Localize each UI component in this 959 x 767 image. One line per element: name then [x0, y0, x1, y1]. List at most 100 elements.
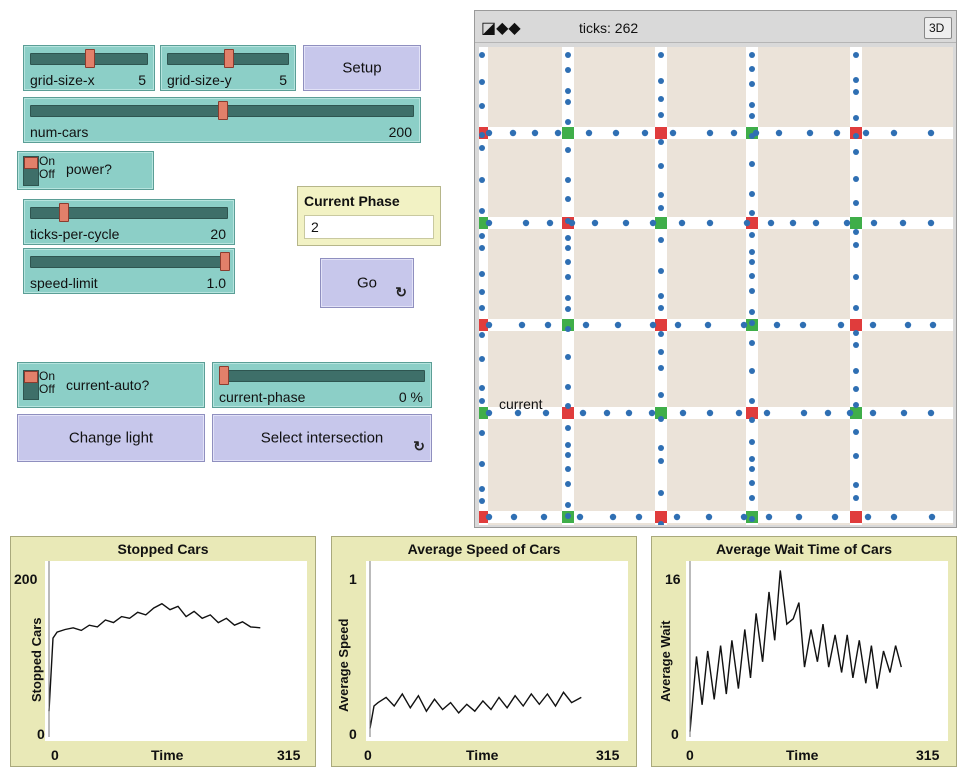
slider-track[interactable]	[30, 256, 228, 268]
car	[749, 66, 755, 72]
slider-value: 5	[138, 72, 146, 88]
car	[749, 516, 755, 522]
switch-toggle[interactable]	[23, 370, 39, 400]
car	[749, 161, 755, 167]
change-light-button[interactable]: Change light	[17, 414, 205, 462]
current-auto-switch[interactable]: On Off current-auto?	[17, 362, 205, 408]
car	[749, 495, 755, 501]
forever-icon: ↻	[413, 438, 425, 454]
slider-value: 5	[279, 72, 287, 88]
switch-toggle[interactable]	[23, 156, 39, 186]
world-view[interactable]: ◪◆◆ ticks: 262 3D current	[474, 10, 957, 528]
grid-size-y-slider[interactable]: grid-size-y 5	[160, 45, 296, 91]
car	[853, 52, 859, 58]
car	[479, 271, 485, 277]
car	[649, 219, 657, 227]
car	[749, 133, 755, 139]
car	[479, 208, 485, 214]
slider-value: 0 %	[398, 389, 423, 405]
slider-track[interactable]	[219, 370, 425, 382]
car	[853, 115, 859, 121]
car	[749, 113, 755, 119]
current-phase-slider[interactable]: current-phase 0 %	[212, 362, 432, 408]
select-intersection-button[interactable]: Select intersection ↻	[212, 414, 432, 462]
car	[853, 330, 859, 336]
car	[565, 274, 571, 280]
traffic-grid[interactable]: current	[479, 47, 953, 525]
setup-button-label: Setup	[342, 59, 382, 77]
car	[479, 498, 485, 504]
grid-size-x-slider[interactable]: grid-size-x 5	[23, 45, 155, 91]
car	[846, 409, 854, 417]
plot-xmax: 315	[916, 747, 940, 763]
car	[853, 305, 859, 311]
car	[789, 219, 797, 227]
car	[853, 133, 859, 139]
car	[806, 129, 814, 137]
plot-ylabel: Average Wait	[658, 620, 673, 702]
car	[749, 232, 755, 238]
car	[565, 235, 571, 241]
car	[658, 392, 664, 398]
slider-thumb[interactable]	[219, 366, 229, 385]
switch-on-off: On Off	[39, 155, 55, 181]
car	[658, 78, 664, 84]
car	[669, 129, 677, 137]
3d-button[interactable]: 3D	[924, 17, 952, 39]
car	[862, 129, 870, 137]
car	[853, 229, 859, 235]
car	[749, 52, 755, 58]
car	[658, 349, 664, 355]
slider-thumb[interactable]	[58, 203, 69, 222]
car	[824, 409, 832, 417]
car	[565, 306, 571, 312]
slider-label: grid-size-x	[30, 72, 95, 88]
car	[749, 288, 755, 294]
slider-thumb[interactable]	[224, 49, 234, 68]
plot-ymin: 0	[349, 726, 357, 742]
car	[658, 445, 664, 451]
car	[740, 513, 748, 521]
monitor-value: 2	[311, 219, 319, 235]
car	[565, 99, 571, 105]
go-button[interactable]: Go ↻	[320, 258, 414, 308]
plot-line	[369, 561, 582, 737]
series-line	[369, 691, 582, 729]
view-shape-icons[interactable]: ◪◆◆	[481, 18, 521, 38]
plot-ymax: 1	[349, 571, 357, 587]
car	[749, 439, 755, 445]
setup-button[interactable]: Setup	[303, 45, 421, 91]
car	[800, 409, 808, 417]
plot-ymax: 16	[665, 571, 681, 587]
power-switch[interactable]: On Off power?	[17, 151, 154, 190]
car	[767, 219, 775, 227]
switch-knob[interactable]	[24, 371, 38, 383]
car	[775, 129, 783, 137]
car	[869, 409, 877, 417]
plot-line	[48, 561, 261, 737]
car	[518, 321, 526, 329]
select-intersection-button-label: Select intersection	[260, 429, 384, 447]
car	[479, 132, 485, 138]
car	[614, 321, 622, 329]
3d-button-label: 3D	[929, 21, 945, 35]
slider-thumb[interactable]	[85, 49, 95, 68]
speed-limit-slider[interactable]: speed-limit 1.0	[23, 248, 235, 294]
car	[540, 513, 548, 521]
average-wait-plot: Average Wait Time of Cars 16 0 Average W…	[651, 536, 957, 767]
traffic-light	[655, 127, 667, 139]
average-speed-plot: Average Speed of Cars 1 0 Average Speed …	[331, 536, 637, 767]
ticks-per-cycle-slider[interactable]: ticks-per-cycle 20	[23, 199, 235, 245]
car	[900, 409, 908, 417]
car	[479, 430, 485, 436]
num-cars-slider[interactable]: num-cars 200	[23, 97, 421, 143]
slider-thumb[interactable]	[220, 252, 230, 271]
car	[749, 340, 755, 346]
car	[853, 342, 859, 348]
plot-ymin: 0	[671, 726, 679, 742]
slider-thumb[interactable]	[218, 101, 228, 120]
slider-label: current-phase	[219, 389, 306, 405]
switch-knob[interactable]	[24, 157, 38, 169]
car	[479, 356, 485, 362]
traffic-light	[655, 319, 667, 331]
